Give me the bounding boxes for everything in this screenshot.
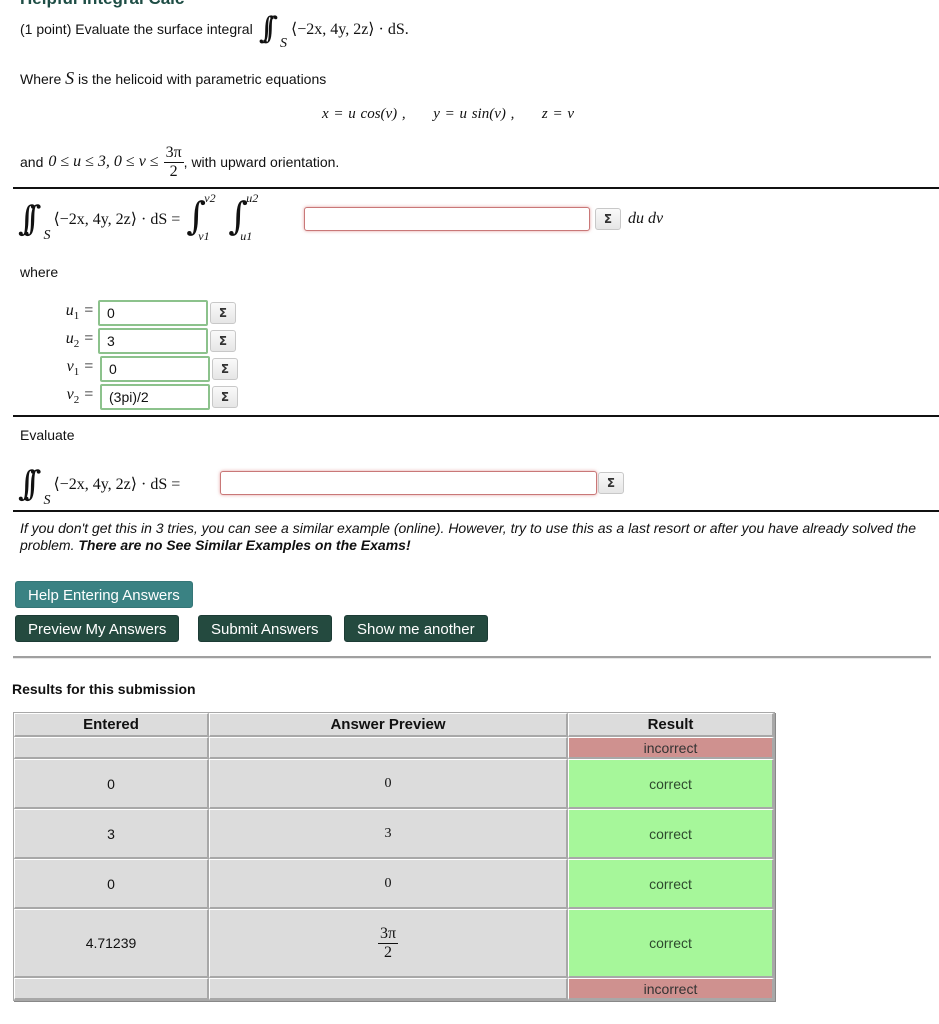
sigma-icon[interactable]: Σ <box>210 302 236 324</box>
inner-integral: ∫ u2 u1 <box>228 191 259 243</box>
param-x: x = u cos(v) , <box>322 106 406 122</box>
entered-cell: 3 <box>14 809 209 859</box>
results-title: Results for this submission <box>12 681 196 697</box>
results-table: Entered Answer Preview Result incorrect … <box>13 712 775 1001</box>
final-answer-input[interactable] <box>220 471 597 495</box>
v1-input[interactable] <box>100 356 210 382</box>
sigma-icon[interactable]: Σ <box>598 472 624 494</box>
result-cell-correct: correct <box>568 909 774 978</box>
table-row: 0 0 correct <box>14 859 774 909</box>
preview-cell <box>209 978 568 1000</box>
evaluate-label: Evaluate <box>20 427 75 443</box>
column-header-result: Result <box>568 713 774 737</box>
sigma-icon[interactable]: Σ <box>210 330 236 352</box>
sigma-icon[interactable]: Σ <box>212 386 238 408</box>
result-cell-incorrect: incorrect <box>568 737 774 759</box>
problem-statement: (1 point) Evaluate the surface integral … <box>20 11 409 52</box>
divider <box>13 187 939 189</box>
sigma-icon[interactable]: Σ <box>595 208 621 230</box>
v2-input[interactable] <box>100 384 210 410</box>
integrand-answer-input[interactable] <box>304 207 590 231</box>
limit-u2-label: u2 = <box>65 330 94 351</box>
surface-integral-symbol: ∫∫ S <box>18 464 51 508</box>
submit-answers-button[interactable]: Submit Answers <box>198 615 332 642</box>
differentials: du dv <box>628 210 664 227</box>
where-label: where <box>20 264 59 280</box>
part1-equation: ∫∫ S ⟨−2x, 4y, 2z⟩ · dS = ∫ v2 v1 ∫ u2 u1 <box>18 191 270 245</box>
similar-example-note: If you don't get this in 3 tries, you ca… <box>20 520 916 553</box>
result-cell-correct: correct <box>568 759 774 809</box>
preview-cell: 0 <box>209 859 568 909</box>
divider <box>13 415 939 417</box>
table-row: 0 0 correct <box>14 759 774 809</box>
divider <box>13 656 931 659</box>
preview-cell: 0 <box>209 759 568 809</box>
preview-cell: 3 <box>209 809 568 859</box>
column-header-answer-preview: Answer Preview <box>209 713 568 737</box>
u2-input[interactable] <box>98 328 208 354</box>
points-label: (1 point) Evaluate the surface integral <box>20 21 253 37</box>
help-entering-answers-button[interactable]: Help Entering Answers <box>15 581 193 608</box>
preview-cell <box>209 737 568 759</box>
parametric-equations: x = u cos(v) , y = u sin(v) , z = v <box>322 106 574 123</box>
divider <box>13 510 939 512</box>
show-another-button[interactable]: Show me another <box>344 615 488 642</box>
column-header-entered: Entered <box>14 713 209 737</box>
table-header-row: Entered Answer Preview Result <box>14 713 774 737</box>
preview-answers-button[interactable]: Preview My Answers <box>15 615 180 642</box>
param-y: y = u sin(v) , <box>433 106 515 122</box>
entered-cell: 0 <box>14 859 209 909</box>
preview-fraction: 3π 2 <box>377 924 399 961</box>
entered-cell: 4.71239 <box>14 909 209 978</box>
where-line: Where S is the helicoid with parametric … <box>20 68 327 88</box>
result-cell-incorrect: incorrect <box>568 978 774 1000</box>
bounds-line: and 0 ≤ u ≤ 3, 0 ≤ v ≤ 3π 2 , with upwar… <box>20 143 340 180</box>
entered-cell: 0 <box>14 759 209 809</box>
sigma-icon[interactable]: Σ <box>212 358 238 380</box>
entered-cell <box>14 978 209 1000</box>
table-row: 4.71239 3π 2 correct <box>14 909 774 978</box>
preview-cell: 3π 2 <box>209 909 568 978</box>
integrand: ⟨−2x, 4y, 2z⟩ · dS. <box>290 21 409 38</box>
result-cell-correct: correct <box>568 859 774 909</box>
entered-cell <box>14 737 209 759</box>
result-cell-correct: correct <box>568 809 774 859</box>
table-row: 3 3 correct <box>14 809 774 859</box>
limit-u1-label: u1 = <box>65 302 94 323</box>
limit-v2-label: v2 = <box>66 386 94 407</box>
outer-integral: ∫ v2 v1 <box>186 191 216 243</box>
table-row: incorrect <box>14 978 774 1000</box>
bounds-fraction: 3π 2 <box>163 143 184 180</box>
surface-integral-symbol: ∫∫ S <box>18 199 51 243</box>
u1-input[interactable] <box>98 300 208 326</box>
limit-v1-label: v1 = <box>66 358 94 379</box>
table-row: incorrect <box>14 737 774 759</box>
surface-integral-symbol: ∫∫ S <box>258 11 287 52</box>
page-title-cutoff: Helpful Integral Calc <box>20 0 184 9</box>
part2-equation: ∫∫ S ⟨−2x, 4y, 2z⟩ · dS = <box>18 464 181 508</box>
param-z: z = v <box>541 106 574 122</box>
